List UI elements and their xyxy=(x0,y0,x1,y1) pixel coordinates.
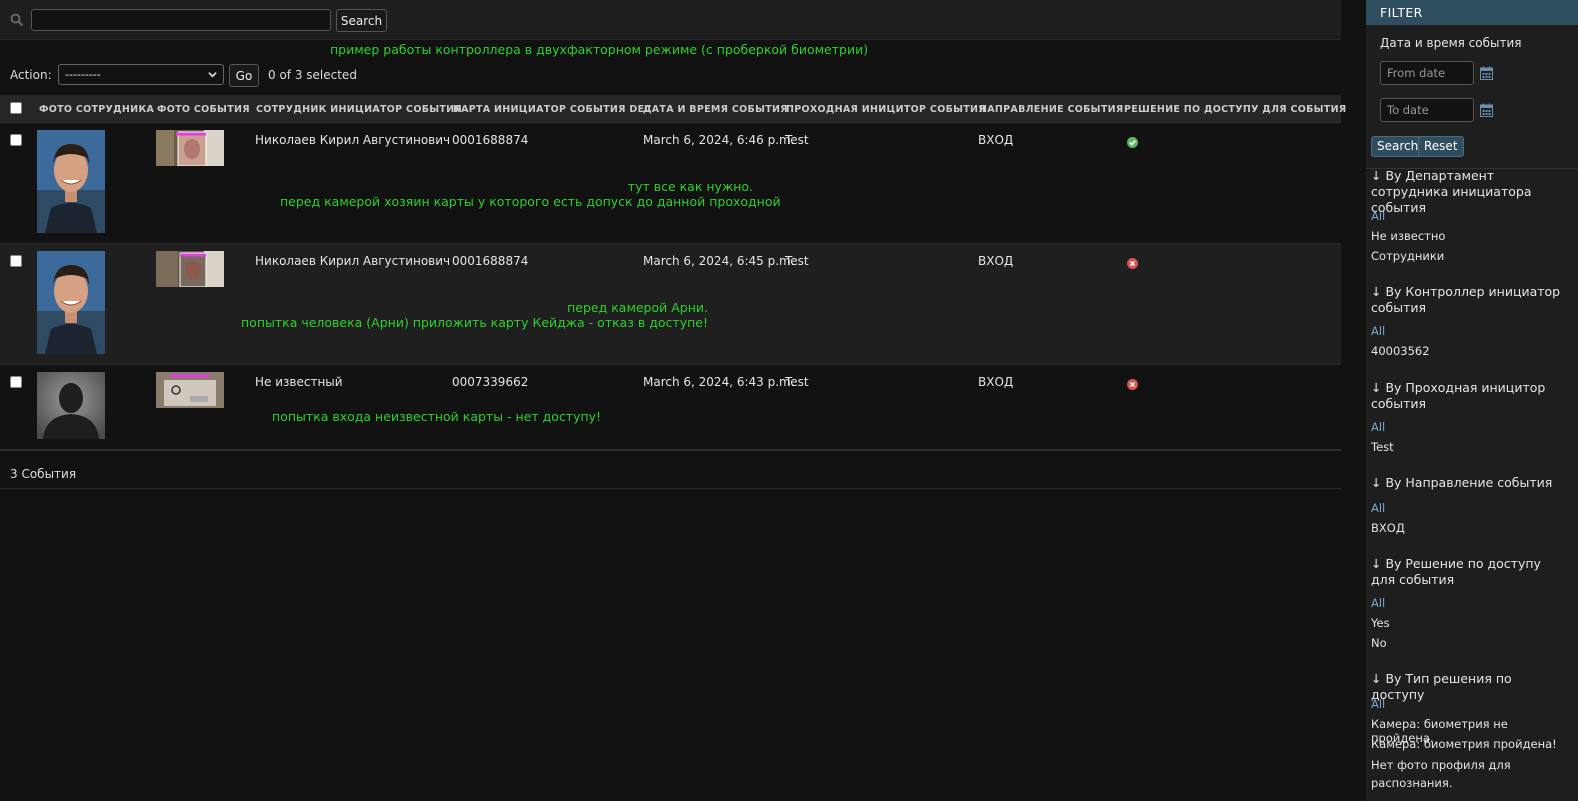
annotation-row-3: попытка входа неизвестной карты - нет до… xyxy=(272,409,602,424)
filter-option[interactable]: Test xyxy=(1371,440,1394,454)
row-checkbox[interactable] xyxy=(10,376,22,388)
event-photo xyxy=(156,130,224,166)
filter-option[interactable]: ВХОД xyxy=(1371,521,1405,535)
filter-option[interactable]: Камера: биометрия пройдена! xyxy=(1371,737,1571,751)
from-date-input[interactable]: From date xyxy=(1380,61,1474,85)
event-photo xyxy=(156,372,224,408)
direction: ВХОД xyxy=(978,254,1014,268)
filter-option-all[interactable]: All xyxy=(1371,324,1385,338)
row-checkbox[interactable] xyxy=(10,255,22,267)
go-button[interactable]: Go xyxy=(229,64,259,87)
annotation-row-1b: перед камерой хозяин карты у которого ес… xyxy=(280,194,781,209)
filter-option[interactable]: Нет фото профиля для распознания. xyxy=(1371,756,1541,792)
filter-group-department: ↓ By Департамент сотрудника инициатора с… xyxy=(1371,168,1532,215)
event-datetime: March 6, 2024, 6:43 p.m. xyxy=(643,375,795,389)
annotation-top: пример работы контроллера в двухфакторно… xyxy=(330,42,869,57)
filter-title: FILTER xyxy=(1366,0,1578,25)
card-number: 0001688874 xyxy=(452,254,529,268)
annotation-row-1a: тут все как нужно. xyxy=(627,179,753,194)
annotation-row-2b: попытка человека (Арни) приложить карту … xyxy=(241,315,708,330)
employee-photo xyxy=(37,251,105,354)
checkpoint: Test xyxy=(785,133,809,147)
filter-option-all[interactable]: All xyxy=(1371,209,1385,223)
table-footer: 3 События xyxy=(0,458,1341,489)
event-datetime: March 6, 2024, 6:46 p.m. xyxy=(643,133,795,147)
checkpoint: Test xyxy=(785,254,809,268)
filter-option-all[interactable]: All xyxy=(1371,501,1385,515)
check-circle-icon xyxy=(1127,137,1138,148)
header-direction[interactable]: НАПРАВЛЕНИЕ СОБЫТИЯ xyxy=(979,104,1123,115)
main-content: Search пример работы контроллера в двухф… xyxy=(0,0,1346,801)
annotation-row-2a: перед камерой Арни. xyxy=(567,300,708,315)
employee-name[interactable]: Не известный xyxy=(255,375,343,389)
cross-circle-icon xyxy=(1127,258,1138,269)
header-datetime[interactable]: ДАТА И ВРЕМЯ СОБЫТИЯ xyxy=(643,104,788,115)
event-datetime: March 6, 2024, 6:45 p.m. xyxy=(643,254,795,268)
date-filter-label: Дата и время события xyxy=(1380,36,1522,50)
row-checkbox[interactable] xyxy=(10,134,22,146)
chevron-down-icon xyxy=(208,72,217,78)
search-icon xyxy=(10,13,24,27)
header-employee[interactable]: СОТРУДНИК ИНИЦИАТОР СОБЫТИЯ xyxy=(256,104,462,115)
filter-group-decision: ↓ By Решение по доступу для события xyxy=(1371,556,1541,587)
table-header: ФОТО СОТРУДНИКА ФОТО СОБЫТИЯ СОТРУДНИК И… xyxy=(0,95,1346,123)
checkpoint: Test xyxy=(785,375,809,389)
filter-group-controller: ↓ By Контроллер инициатор события xyxy=(1371,284,1561,315)
card-number: 0001688874 xyxy=(452,133,529,147)
avatar-placeholder-icon xyxy=(37,372,105,439)
header-employee-photo[interactable]: ФОТО СОТРУДНИКА xyxy=(39,104,154,115)
calendar-icon[interactable] xyxy=(1480,103,1493,117)
header-card[interactable]: КАРТА ИНИЦИАТОР СОБЫТИЯ DEC xyxy=(453,104,652,115)
filter-option[interactable]: Yes xyxy=(1371,616,1390,630)
result-count: 3 События xyxy=(10,467,77,481)
action-select[interactable]: --------- xyxy=(58,64,224,85)
search-input[interactable] xyxy=(31,9,331,31)
filter-option[interactable]: Не известно xyxy=(1371,229,1445,243)
filter-group-checkpoint: ↓ By Проходная иницитор события xyxy=(1371,380,1546,411)
header-decision[interactable]: РЕШЕНИЕ ПО ДОСТУПУ ДЛЯ СОБЫТИЯ xyxy=(1124,104,1346,115)
card-number: 0007339662 xyxy=(452,375,529,389)
filter-sidebar: FILTER Дата и время события From date To… xyxy=(1366,0,1578,801)
to-date-input[interactable]: To date xyxy=(1380,98,1474,122)
filter-reset-button[interactable]: Reset xyxy=(1418,136,1464,157)
filter-search-button[interactable]: Search xyxy=(1371,136,1425,157)
filter-option-all[interactable]: All xyxy=(1371,420,1385,434)
filter-option-all[interactable]: All xyxy=(1371,596,1385,610)
employee-photo xyxy=(37,130,105,233)
actions-row: Action: --------- Go 0 of 3 selected xyxy=(0,62,1341,87)
action-select-value: --------- xyxy=(65,68,101,81)
filter-option[interactable]: 40003562 xyxy=(1371,344,1430,358)
header-checkpoint[interactable]: ПРОХОДНАЯ ИНИЦИТОР СОБЫТИЯ xyxy=(786,104,986,115)
filter-group-decision-type: ↓ By Тип решения по доступу xyxy=(1371,671,1512,702)
selected-count: 0 of 3 selected xyxy=(268,68,357,82)
filter-option-all[interactable]: All xyxy=(1371,697,1385,711)
event-photo xyxy=(156,251,224,287)
filter-group-direction: ↓ By Направление события xyxy=(1371,475,1553,490)
table-row: Не известный 0007339662 March 6, 2024, 6… xyxy=(0,365,1341,451)
action-label: Action: xyxy=(10,68,52,82)
table-row: Николаев Кирил Августинович 0001688874 M… xyxy=(0,244,1341,365)
search-bar: Search xyxy=(0,0,1341,40)
header-event-photo[interactable]: ФОТО СОБЫТИЯ xyxy=(157,104,250,115)
direction: ВХОД xyxy=(978,133,1014,147)
table-row: Николаев Кирил Августинович 0001688874 M… xyxy=(0,123,1341,244)
employee-name[interactable]: Николаев Кирил Августинович xyxy=(255,254,450,268)
search-button[interactable]: Search xyxy=(336,9,387,32)
direction: ВХОД xyxy=(978,375,1014,389)
cross-circle-icon xyxy=(1127,379,1138,390)
events-table: ФОТО СОТРУДНИКА ФОТО СОБЫТИЯ СОТРУДНИК И… xyxy=(0,95,1346,451)
filter-option[interactable]: No xyxy=(1371,636,1387,650)
select-all-checkbox[interactable] xyxy=(10,102,22,114)
employee-name[interactable]: Николаев Кирил Августинович xyxy=(255,133,450,147)
filter-option[interactable]: Сотрудники xyxy=(1371,249,1444,263)
calendar-icon[interactable] xyxy=(1480,66,1493,80)
